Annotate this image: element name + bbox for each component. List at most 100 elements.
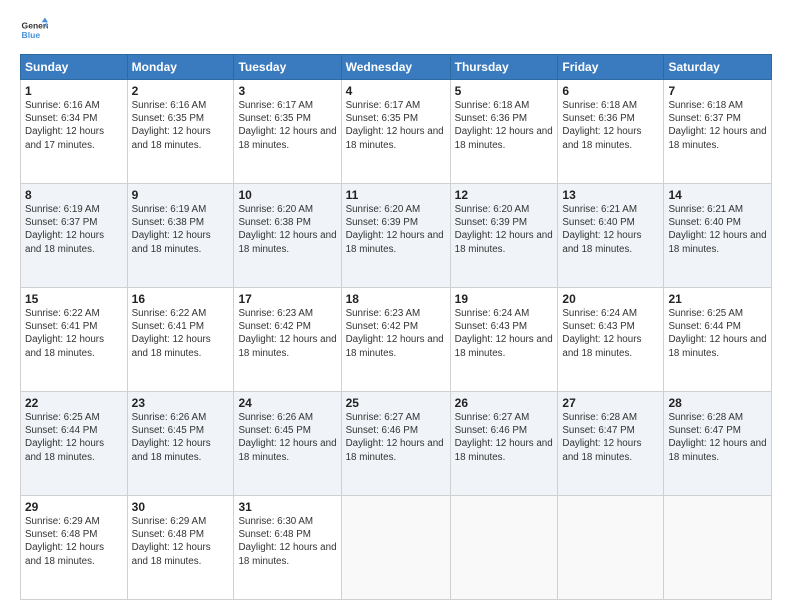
calendar-week-4: 22 Sunrise: 6:25 AMSunset: 6:44 PMDaylig… [21, 392, 772, 496]
calendar-day-11: 11 Sunrise: 6:20 AMSunset: 6:39 PMDaylig… [341, 184, 450, 288]
day-number: 18 [346, 292, 446, 306]
calendar-day-3: 3 Sunrise: 6:17 AMSunset: 6:35 PMDayligh… [234, 80, 341, 184]
calendar-day-17: 17 Sunrise: 6:23 AMSunset: 6:42 PMDaylig… [234, 288, 341, 392]
calendar-day-10: 10 Sunrise: 6:20 AMSunset: 6:38 PMDaylig… [234, 184, 341, 288]
day-info: Sunrise: 6:18 AMSunset: 6:37 PMDaylight:… [668, 100, 766, 151]
calendar-day-25: 25 Sunrise: 6:27 AMSunset: 6:46 PMDaylig… [341, 392, 450, 496]
day-number: 22 [25, 396, 123, 410]
day-number: 21 [668, 292, 767, 306]
day-info: Sunrise: 6:16 AMSunset: 6:35 PMDaylight:… [132, 100, 211, 151]
day-info: Sunrise: 6:28 AMSunset: 6:47 PMDaylight:… [562, 412, 641, 463]
day-info: Sunrise: 6:27 AMSunset: 6:46 PMDaylight:… [455, 412, 553, 463]
calendar-header-monday: Monday [127, 55, 234, 80]
logo-icon: General Blue [20, 16, 48, 44]
day-number: 16 [132, 292, 230, 306]
day-number: 9 [132, 188, 230, 202]
calendar-table: SundayMondayTuesdayWednesdayThursdayFrid… [20, 54, 772, 600]
day-info: Sunrise: 6:19 AMSunset: 6:38 PMDaylight:… [132, 204, 211, 255]
day-info: Sunrise: 6:25 AMSunset: 6:44 PMDaylight:… [668, 308, 766, 359]
day-info: Sunrise: 6:20 AMSunset: 6:39 PMDaylight:… [346, 204, 444, 255]
calendar-day-26: 26 Sunrise: 6:27 AMSunset: 6:46 PMDaylig… [450, 392, 558, 496]
calendar-week-2: 8 Sunrise: 6:19 AMSunset: 6:37 PMDayligh… [21, 184, 772, 288]
day-number: 13 [562, 188, 659, 202]
day-number: 17 [238, 292, 336, 306]
calendar-day-28: 28 Sunrise: 6:28 AMSunset: 6:47 PMDaylig… [664, 392, 772, 496]
day-info: Sunrise: 6:29 AMSunset: 6:48 PMDaylight:… [25, 516, 104, 567]
day-info: Sunrise: 6:20 AMSunset: 6:38 PMDaylight:… [238, 204, 336, 255]
header: General Blue [20, 16, 772, 44]
calendar-day-31: 31 Sunrise: 6:30 AMSunset: 6:48 PMDaylig… [234, 496, 341, 600]
calendar-header-thursday: Thursday [450, 55, 558, 80]
day-info: Sunrise: 6:30 AMSunset: 6:48 PMDaylight:… [238, 516, 336, 567]
day-number: 28 [668, 396, 767, 410]
day-info: Sunrise: 6:16 AMSunset: 6:34 PMDaylight:… [25, 100, 104, 151]
day-number: 15 [25, 292, 123, 306]
day-info: Sunrise: 6:20 AMSunset: 6:39 PMDaylight:… [455, 204, 553, 255]
day-number: 8 [25, 188, 123, 202]
logo: General Blue [20, 16, 52, 44]
calendar-day-16: 16 Sunrise: 6:22 AMSunset: 6:41 PMDaylig… [127, 288, 234, 392]
day-number: 6 [562, 84, 659, 98]
calendar-week-5: 29 Sunrise: 6:29 AMSunset: 6:48 PMDaylig… [21, 496, 772, 600]
day-info: Sunrise: 6:17 AMSunset: 6:35 PMDaylight:… [238, 100, 336, 151]
day-number: 12 [455, 188, 554, 202]
calendar-day-12: 12 Sunrise: 6:20 AMSunset: 6:39 PMDaylig… [450, 184, 558, 288]
day-number: 31 [238, 500, 336, 514]
day-number: 3 [238, 84, 336, 98]
day-info: Sunrise: 6:28 AMSunset: 6:47 PMDaylight:… [668, 412, 766, 463]
calendar-empty [341, 496, 450, 600]
day-info: Sunrise: 6:19 AMSunset: 6:37 PMDaylight:… [25, 204, 104, 255]
day-number: 10 [238, 188, 336, 202]
day-info: Sunrise: 6:18 AMSunset: 6:36 PMDaylight:… [562, 100, 641, 151]
calendar-day-22: 22 Sunrise: 6:25 AMSunset: 6:44 PMDaylig… [21, 392, 128, 496]
day-number: 11 [346, 188, 446, 202]
calendar-header-friday: Friday [558, 55, 664, 80]
day-info: Sunrise: 6:18 AMSunset: 6:36 PMDaylight:… [455, 100, 553, 151]
calendar-day-23: 23 Sunrise: 6:26 AMSunset: 6:45 PMDaylig… [127, 392, 234, 496]
calendar-day-20: 20 Sunrise: 6:24 AMSunset: 6:43 PMDaylig… [558, 288, 664, 392]
calendar-empty [450, 496, 558, 600]
day-number: 30 [132, 500, 230, 514]
calendar-day-18: 18 Sunrise: 6:23 AMSunset: 6:42 PMDaylig… [341, 288, 450, 392]
day-info: Sunrise: 6:23 AMSunset: 6:42 PMDaylight:… [238, 308, 336, 359]
page: General Blue SundayMondayTuesdayWednesda… [0, 0, 792, 612]
calendar-day-15: 15 Sunrise: 6:22 AMSunset: 6:41 PMDaylig… [21, 288, 128, 392]
calendar-day-30: 30 Sunrise: 6:29 AMSunset: 6:48 PMDaylig… [127, 496, 234, 600]
day-number: 5 [455, 84, 554, 98]
day-number: 23 [132, 396, 230, 410]
day-info: Sunrise: 6:21 AMSunset: 6:40 PMDaylight:… [562, 204, 641, 255]
day-info: Sunrise: 6:21 AMSunset: 6:40 PMDaylight:… [668, 204, 766, 255]
calendar-day-14: 14 Sunrise: 6:21 AMSunset: 6:40 PMDaylig… [664, 184, 772, 288]
calendar-week-3: 15 Sunrise: 6:22 AMSunset: 6:41 PMDaylig… [21, 288, 772, 392]
day-number: 25 [346, 396, 446, 410]
day-info: Sunrise: 6:26 AMSunset: 6:45 PMDaylight:… [238, 412, 336, 463]
calendar-day-27: 27 Sunrise: 6:28 AMSunset: 6:47 PMDaylig… [558, 392, 664, 496]
day-info: Sunrise: 6:24 AMSunset: 6:43 PMDaylight:… [562, 308, 641, 359]
day-info: Sunrise: 6:25 AMSunset: 6:44 PMDaylight:… [25, 412, 104, 463]
calendar-day-19: 19 Sunrise: 6:24 AMSunset: 6:43 PMDaylig… [450, 288, 558, 392]
day-number: 27 [562, 396, 659, 410]
calendar-day-7: 7 Sunrise: 6:18 AMSunset: 6:37 PMDayligh… [664, 80, 772, 184]
day-number: 29 [25, 500, 123, 514]
calendar-header-saturday: Saturday [664, 55, 772, 80]
calendar-empty [558, 496, 664, 600]
day-info: Sunrise: 6:27 AMSunset: 6:46 PMDaylight:… [346, 412, 444, 463]
day-number: 14 [668, 188, 767, 202]
calendar-header-wednesday: Wednesday [341, 55, 450, 80]
calendar-day-6: 6 Sunrise: 6:18 AMSunset: 6:36 PMDayligh… [558, 80, 664, 184]
day-info: Sunrise: 6:23 AMSunset: 6:42 PMDaylight:… [346, 308, 444, 359]
day-info: Sunrise: 6:22 AMSunset: 6:41 PMDaylight:… [25, 308, 104, 359]
day-number: 19 [455, 292, 554, 306]
calendar-day-29: 29 Sunrise: 6:29 AMSunset: 6:48 PMDaylig… [21, 496, 128, 600]
calendar-header-tuesday: Tuesday [234, 55, 341, 80]
day-info: Sunrise: 6:17 AMSunset: 6:35 PMDaylight:… [346, 100, 444, 151]
calendar-week-1: 1 Sunrise: 6:16 AMSunset: 6:34 PMDayligh… [21, 80, 772, 184]
calendar-header-sunday: Sunday [21, 55, 128, 80]
calendar-day-24: 24 Sunrise: 6:26 AMSunset: 6:45 PMDaylig… [234, 392, 341, 496]
day-number: 4 [346, 84, 446, 98]
day-number: 26 [455, 396, 554, 410]
calendar-day-21: 21 Sunrise: 6:25 AMSunset: 6:44 PMDaylig… [664, 288, 772, 392]
day-info: Sunrise: 6:26 AMSunset: 6:45 PMDaylight:… [132, 412, 211, 463]
calendar-day-5: 5 Sunrise: 6:18 AMSunset: 6:36 PMDayligh… [450, 80, 558, 184]
day-number: 7 [668, 84, 767, 98]
